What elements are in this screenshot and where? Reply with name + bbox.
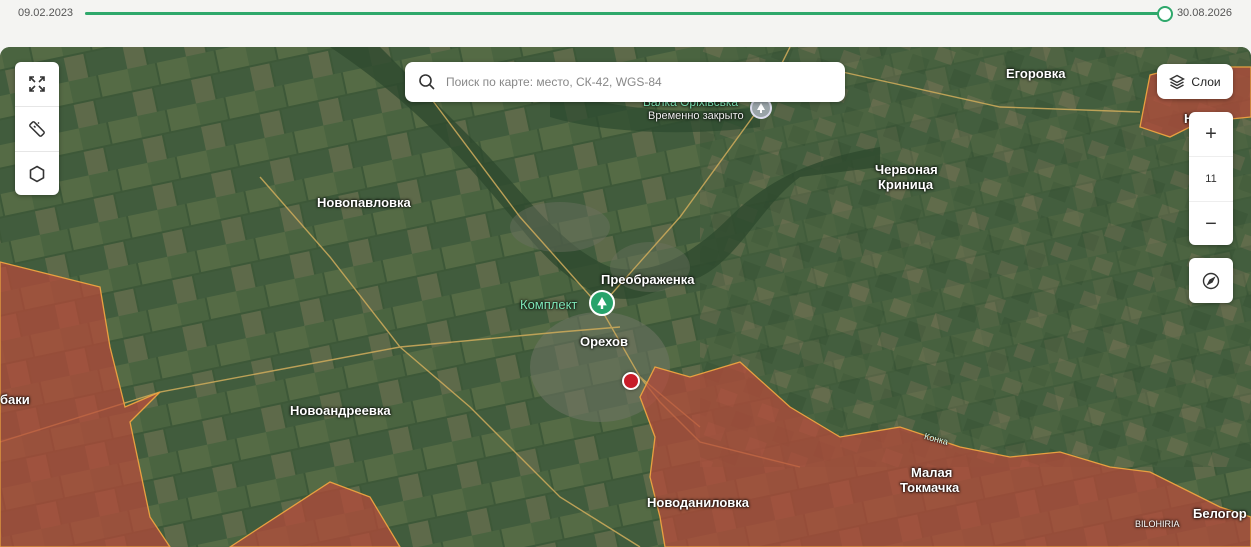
timeline-start-date: 09.02.2023 bbox=[18, 7, 74, 19]
place-chervonaya-line2: Криница bbox=[878, 177, 934, 192]
search-icon bbox=[419, 74, 435, 90]
map-canvas[interactable]: Егоровка Н Балка Оріхівська Временно зак… bbox=[0, 47, 1251, 547]
polygon-button[interactable] bbox=[15, 152, 59, 196]
place-baki: баки bbox=[0, 392, 30, 407]
compass-button[interactable] bbox=[1189, 258, 1233, 303]
place-belogor: Белогор bbox=[1193, 506, 1247, 521]
place-bilohiria: BILOHIRIA bbox=[1135, 519, 1180, 529]
search-input[interactable] bbox=[444, 74, 828, 90]
tree-icon bbox=[597, 297, 607, 309]
place-komplekt: Комплект bbox=[520, 297, 578, 312]
place-egorovka: Егоровка bbox=[1006, 66, 1066, 81]
timeline-progress bbox=[85, 12, 1165, 15]
layers-button[interactable]: Слои bbox=[1157, 64, 1233, 99]
fullscreen-button[interactable] bbox=[15, 62, 59, 107]
layers-icon bbox=[1169, 74, 1186, 89]
location-pin[interactable] bbox=[622, 372, 640, 390]
ruler-icon bbox=[29, 121, 45, 137]
map-search-bar bbox=[405, 62, 845, 102]
timeline-track[interactable] bbox=[85, 5, 1173, 22]
place-novoandreevka: Новоандреевка bbox=[290, 403, 391, 418]
place-preobrazhenka: Преображенка bbox=[601, 272, 695, 287]
expand-icon bbox=[29, 76, 45, 92]
place-novopavlovka: Новопавловка bbox=[317, 195, 411, 210]
tools-panel bbox=[15, 62, 59, 195]
timeline-end-date: 30.08.2026 bbox=[1176, 7, 1232, 19]
zoom-in-button[interactable]: + bbox=[1189, 112, 1233, 156]
park-poi-marker[interactable] bbox=[589, 290, 615, 316]
zoom-out-button[interactable]: − bbox=[1189, 202, 1233, 246]
layers-label: Слои bbox=[1191, 74, 1221, 89]
place-malaya-line1: Малая bbox=[911, 465, 953, 480]
place-orekhov: Орехов bbox=[580, 334, 628, 349]
place-chervonaya-line1: Червоная bbox=[875, 162, 938, 177]
hexagon-icon bbox=[29, 165, 45, 183]
zoom-level: 11 bbox=[1189, 156, 1233, 202]
timeline: 09.02.2023 30.08.2026 bbox=[0, 0, 1251, 30]
satellite-terrain bbox=[0, 47, 1251, 547]
place-malaya-line2: Токмачка bbox=[900, 480, 960, 495]
tree-icon bbox=[757, 103, 765, 113]
timeline-slider-handle[interactable] bbox=[1157, 5, 1173, 22]
place-balka-status: Временно закрыто bbox=[648, 110, 744, 122]
measure-button[interactable] bbox=[15, 107, 59, 152]
zoom-controls: + 11 − bbox=[1189, 112, 1233, 245]
place-novodanilovka: Новоданиловка bbox=[647, 495, 750, 510]
compass-icon bbox=[1202, 272, 1220, 289]
